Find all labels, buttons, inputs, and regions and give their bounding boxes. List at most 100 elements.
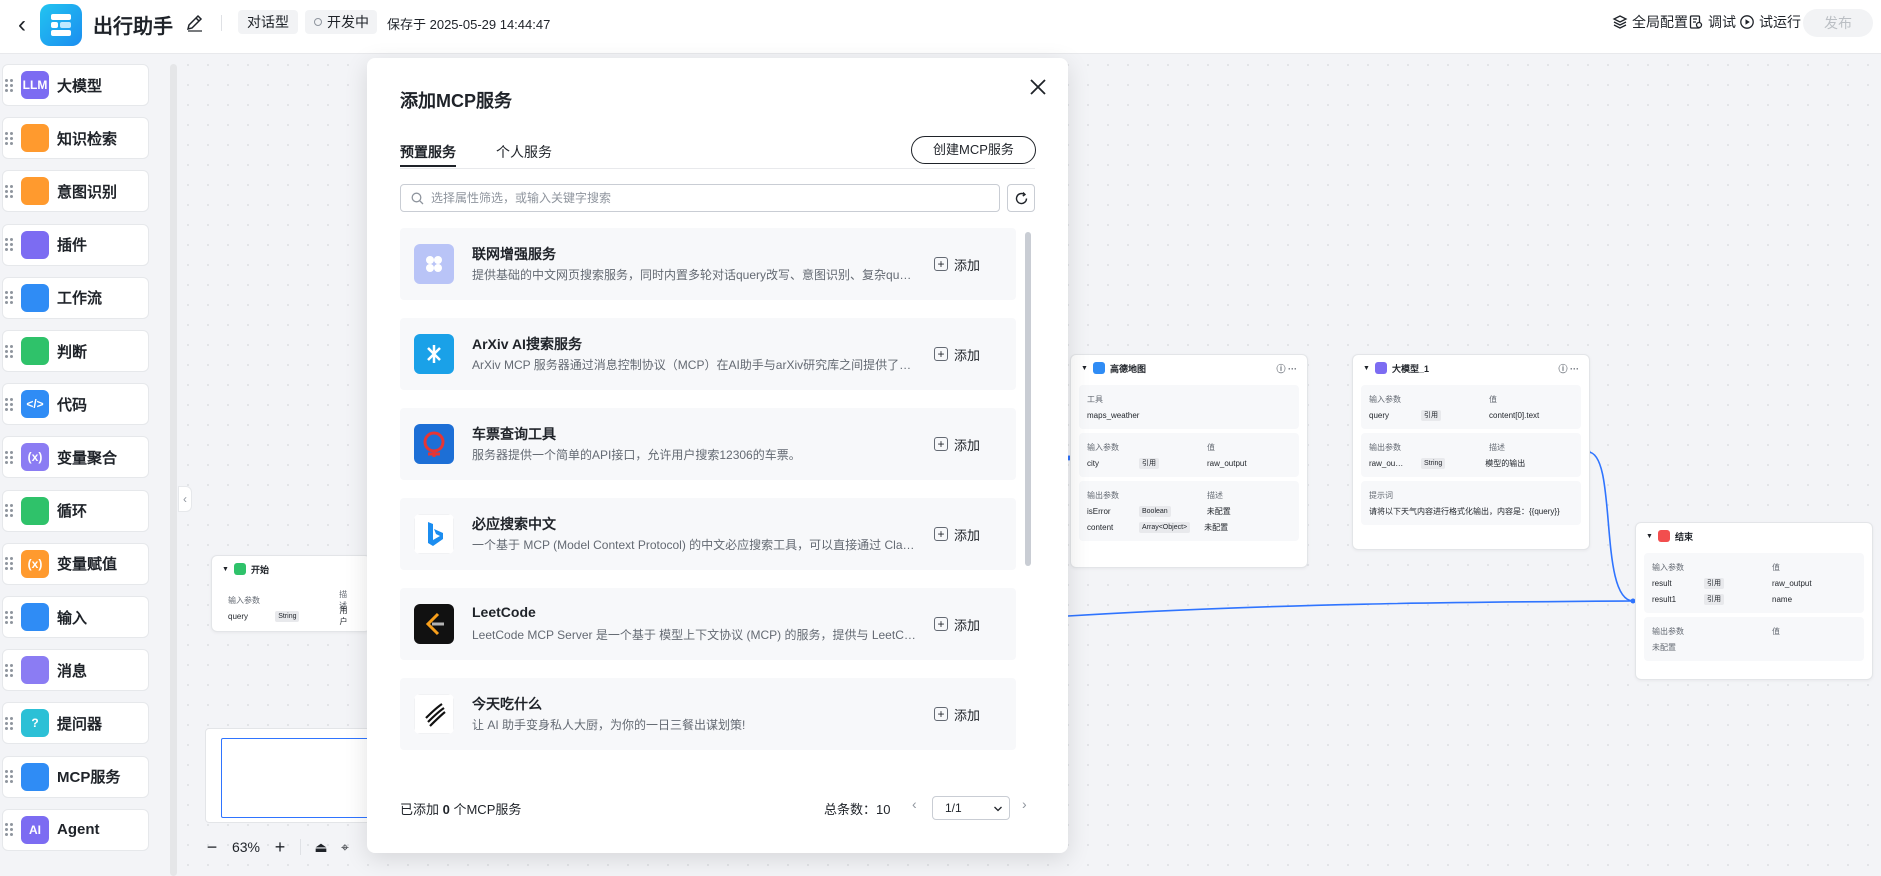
sidebar-item-label: 插件 [57,237,88,255]
value-label: 值 [1207,442,1215,452]
drag-handle-icon[interactable] [5,823,15,837]
prev-page-icon[interactable]: ‹ [912,796,917,812]
node-menu-icon[interactable]: ⓘ ··· [1559,362,1580,375]
service-item[interactable]: ArXiv AI搜索服务 ArXiv MCP 服务器通过消息控制协议（MCP）在A… [400,318,1016,390]
branch-icon [21,337,49,365]
minimap[interactable] [205,728,375,823]
drag-handle-icon[interactable] [5,184,15,198]
next-page-icon[interactable]: › [1022,796,1027,812]
agent-icon: AI [21,815,49,844]
service-item[interactable]: 必应搜索中文 一个基于 MCP (Model Context Protocol) … [400,498,1016,570]
page-select[interactable]: 1/1 [932,796,1010,820]
drag-handle-icon[interactable] [5,291,15,305]
zoom-out-icon[interactable]: − [200,838,224,856]
sidebar-item[interactable]: 输入 [2,596,149,638]
sidebar-item[interactable]: 消息 [2,649,149,692]
prompt-label: 提示词 [1369,490,1393,500]
tab-personal-services[interactable]: 个人服务 [496,142,552,162]
sidebar-item[interactable]: 插件 [2,223,149,266]
prompt-text: 请将以下天气内容进行格式化输出，内容是：{{query}} [1369,506,1560,516]
drag-handle-icon[interactable] [5,397,15,411]
drag-handle-icon[interactable] [5,78,15,92]
output-desc: 模型的输出 [1485,458,1526,468]
list-scrollbar[interactable] [1025,232,1031,566]
service-name: 联网增强服务 [472,246,556,262]
sidebar-item[interactable]: LLM 大模型 [2,64,149,106]
sidebar-scrollbar[interactable] [170,64,177,876]
locate-icon[interactable]: ⌖ [333,838,357,856]
drag-handle-icon[interactable] [5,238,15,252]
search-input[interactable] [431,187,991,209]
add-service-button[interactable]: + 添加 [934,436,980,453]
drag-handle-icon[interactable] [5,663,15,677]
add-service-button[interactable]: + 添加 [934,526,980,543]
sidebar-item-label: 循环 [57,503,88,521]
sidebar-item[interactable]: 意图识别 [2,170,149,213]
drag-handle-icon[interactable] [5,610,15,624]
sidebar-item[interactable]: 工作流 [2,276,149,319]
add-service-button[interactable]: + 添加 [934,256,980,273]
publish-button[interactable]: 发布 [1803,9,1873,37]
param-value: raw_output [1207,458,1247,468]
bing-icon [414,514,454,554]
add-service-button[interactable]: + 添加 [934,346,980,363]
sidebar-item[interactable]: (x) 变量聚合 [2,436,149,479]
minimap-viewport[interactable] [221,738,371,818]
service-item[interactable]: LeetCode LeetCode MCP Server 是一个基于 模型上下文协… [400,588,1016,660]
collapse-caret-icon[interactable]: ▼ [222,566,229,573]
train-ticket-icon [414,424,454,464]
sidebar-item[interactable]: AI Agent [2,808,149,851]
param-name: result1 [1652,594,1677,604]
sidebar-item[interactable]: MCP服务 [2,755,149,798]
map-node[interactable]: ▼ 高德地图 ⓘ ··· 工具 maps_weather 输入参数 值 city 引用 r… [1070,354,1308,568]
back-arrow-icon[interactable]: ‹ [10,12,34,40]
add-service-button[interactable]: + 添加 [934,706,980,723]
service-item[interactable]: 联网增强服务 提供基础的中文网页搜索服务，同时内置多轮对话query改写、意图识别… [400,228,1016,300]
service-item[interactable]: 今天吃什么让 AI 助手变身私人大厨，为你的一日三餐出谋划策! + 添加 [400,678,1016,750]
llm-node[interactable]: ▼ 大模型_1 ⓘ ··· 输入参数 值 query 引用 content[0].text… [1352,354,1590,550]
trial-run-button[interactable]: 试运行 [1739,12,1801,32]
collapse-sidebar-icon[interactable]: ‹ [178,486,192,512]
global-config-button[interactable]: 全局配置 [1612,12,1688,32]
collapse-caret-icon[interactable]: ▼ [1646,533,1653,540]
service-description: ArXiv MCP 服务器通过消息控制协议（MCP）在AI助手与arXiv研究库… [472,358,917,372]
refresh-button[interactable] [1007,184,1035,212]
close-icon[interactable] [1023,72,1053,102]
app-type-tag: 对话型 [238,10,298,34]
sidebar-item[interactable]: (x) 变量赋值 [2,542,149,585]
ref-chip: 引用 [1421,409,1441,421]
status-badge: 开发中 [305,10,377,34]
total-count: 总条数：10 [824,802,891,817]
map-icon [1092,362,1105,374]
drag-handle-icon[interactable] [5,770,15,784]
service-description: LeetCode MCP Server 是一个基于 模型上下文协议 (MCP) … [472,628,917,642]
create-mcp-button[interactable]: 创建MCP服务 [911,136,1036,164]
node-menu-icon[interactable]: ⓘ ··· [1277,362,1298,375]
sidebar-item[interactable]: 判断 [2,330,149,372]
zoom-in-icon[interactable]: + [268,838,292,856]
sidebar-item[interactable]: 循环 [2,489,149,532]
drag-handle-icon[interactable] [5,131,15,145]
service-item[interactable]: 车票查询工具 服务器提供一个简单的API接口，允许用户搜索12306的车票。 + 添加 [400,408,1016,480]
sidebar-item[interactable]: </> 代码 [2,383,149,426]
debug-button[interactable]: 调试 [1688,12,1736,32]
add-service-button[interactable]: + 添加 [934,616,980,633]
param-name: city [1087,458,1099,468]
drag-handle-icon[interactable] [5,504,15,518]
start-node[interactable]: ▼ 开始 输入参数 描述 query String 用户 [211,555,371,632]
drag-handle-icon[interactable] [5,716,15,730]
search-field[interactable] [400,184,1000,212]
tab-preset-services[interactable]: 预置服务 [400,142,456,167]
end-node[interactable]: ▼ 结束 输入参数值 result 引用 raw_output result1 引用 na… [1635,522,1873,680]
sidebar-item[interactable]: ? 提问器 [2,702,149,745]
drag-handle-icon[interactable] [5,557,15,571]
drag-handle-icon[interactable] [5,344,15,358]
sidebar-item[interactable]: 知识检索 [2,117,149,160]
chef-icon [414,694,454,734]
drag-handle-icon[interactable] [5,450,15,464]
collapse-caret-icon[interactable]: ▼ [1081,365,1088,372]
fit-view-icon[interactable]: ⏏ [309,838,333,856]
collapse-caret-icon[interactable]: ▼ [1363,365,1370,372]
output-name: raw_ou… [1369,458,1404,468]
edit-icon[interactable] [184,12,206,34]
